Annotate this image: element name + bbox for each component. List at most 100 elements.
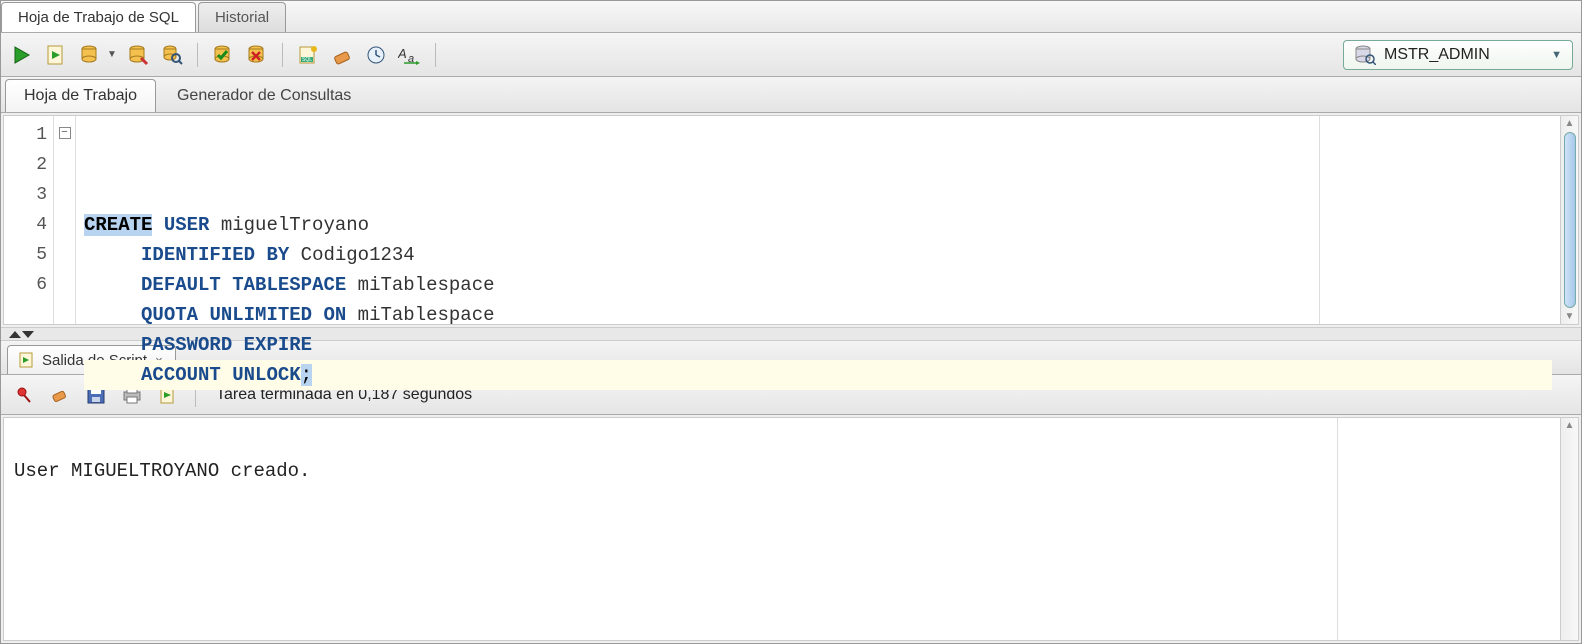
sql-text xyxy=(152,214,163,236)
db-commit-icon xyxy=(212,44,234,66)
code-line[interactable]: DEFAULT TABLESPACE miTablespace xyxy=(84,270,1552,300)
editor-scrollbar[interactable]: ▲ ▼ xyxy=(1560,116,1578,324)
scroll-down-icon[interactable]: ▼ xyxy=(1565,311,1575,322)
db-magnify-icon xyxy=(161,44,183,66)
explain-plan-button[interactable] xyxy=(77,42,103,68)
sql-text: Codigo1234 xyxy=(289,244,414,266)
sql-text xyxy=(255,244,266,266)
output-panel: User MIGUELTROYANO creado. ▲ xyxy=(3,417,1579,641)
eraser-icon xyxy=(331,44,353,66)
code-line[interactable]: PASSWORD EXPIRE xyxy=(84,330,1552,360)
scroll-up-icon[interactable]: ▲ xyxy=(1565,420,1575,431)
line-number: 4 xyxy=(4,210,47,240)
line-number: 3 xyxy=(4,180,47,210)
sql-file-icon: SQL xyxy=(297,44,319,66)
code-line[interactable]: IDENTIFIED BY Codigo1234 xyxy=(84,240,1552,270)
sql-keyword: ON xyxy=(323,304,346,326)
sql-keyword: PASSWORD xyxy=(141,334,232,356)
sql-text: miTablespace xyxy=(346,304,494,326)
db-connection-icon xyxy=(1354,45,1376,65)
sql-text xyxy=(312,304,323,326)
toolbar-separator xyxy=(435,43,436,67)
db-explain-icon xyxy=(79,44,101,66)
eraser-icon xyxy=(50,386,70,404)
subtab-query-builder[interactable]: Generador de Consultas xyxy=(158,79,370,112)
db-trace-icon xyxy=(127,44,149,66)
top-tab-bar: Hoja de Trabajo de SQL Historial xyxy=(1,1,1581,33)
sql-text xyxy=(232,334,243,356)
sql-keyword: IDENTIFIED xyxy=(141,244,255,266)
play-icon xyxy=(12,45,32,65)
worksheet-subtabs: Hoja de Trabajo Generador de Consultas xyxy=(1,77,1581,113)
script-run-icon xyxy=(45,44,67,66)
tab-sql-worksheet[interactable]: Hoja de Trabajo de SQL xyxy=(1,2,196,32)
sql-keyword: UNLOCK xyxy=(232,364,300,386)
connection-name: MSTR_ADMIN xyxy=(1384,46,1543,64)
format-case-icon: Aa xyxy=(398,45,422,65)
sql-keyword: TABLESPACE xyxy=(232,274,346,296)
clear-output-button[interactable] xyxy=(47,382,73,408)
sql-tuning-button[interactable] xyxy=(159,42,185,68)
tab-history[interactable]: Historial xyxy=(198,2,286,32)
svg-text:SQL: SQL xyxy=(302,57,312,63)
code-line[interactable]: QUOTA UNLIMITED ON miTablespace xyxy=(84,300,1552,330)
collapse-down-icon[interactable] xyxy=(22,331,34,338)
sql-text xyxy=(221,364,232,386)
line-number: 2 xyxy=(4,150,47,180)
output-text[interactable]: User MIGUELTROYANO creado. xyxy=(4,418,1560,640)
sql-keyword: QUOTA xyxy=(141,304,198,326)
output-margin-line xyxy=(1337,418,1338,640)
main-toolbar: ▼ SQL Aa MSTR_ADMIN ▼ xyxy=(1,33,1581,77)
code-area[interactable]: CREATE USER miguelTroyano IDENTIFIED BY … xyxy=(76,116,1560,324)
subtab-worksheet[interactable]: Hoja de Trabajo xyxy=(5,79,156,112)
sql-keyword: USER xyxy=(164,214,210,236)
collapse-up-icon[interactable] xyxy=(9,331,21,338)
sql-history-button[interactable] xyxy=(363,42,389,68)
sql-text xyxy=(84,364,141,386)
svg-text:A: A xyxy=(398,46,407,61)
sql-developer-panel: Hoja de Trabajo de SQL Historial ▼ SQL xyxy=(0,0,1582,644)
sql-text xyxy=(84,274,141,296)
sql-text: miTablespace xyxy=(346,274,494,296)
sql-editor[interactable]: 123456 − CREATE USER miguelTroyano IDENT… xyxy=(3,115,1579,325)
sql-text xyxy=(84,304,141,326)
connection-selector[interactable]: MSTR_ADMIN ▼ xyxy=(1343,40,1573,70)
commit-button[interactable] xyxy=(210,42,236,68)
sql-text xyxy=(84,244,141,266)
db-rollback-icon xyxy=(246,44,268,66)
pin-icon xyxy=(15,386,33,404)
script-output-icon xyxy=(18,351,36,369)
sql-text: miguelTroyano xyxy=(209,214,369,236)
sql-text xyxy=(221,274,232,296)
scroll-up-icon[interactable]: ▲ xyxy=(1565,118,1575,129)
toolbar-separator xyxy=(197,43,198,67)
chevron-down-icon: ▼ xyxy=(1551,49,1562,61)
code-line[interactable]: ACCOUNT UNLOCK; xyxy=(84,360,1552,390)
autotrace-button[interactable] xyxy=(125,42,151,68)
run-statement-button[interactable] xyxy=(9,42,35,68)
line-number: 1 xyxy=(4,120,47,150)
sql-text: ; xyxy=(301,364,312,386)
sql-text xyxy=(198,304,209,326)
sql-keyword: BY xyxy=(266,244,289,266)
sql-text xyxy=(84,334,141,356)
toolbar-dropdown-arrow[interactable]: ▼ xyxy=(107,49,117,60)
run-script-button[interactable] xyxy=(43,42,69,68)
sql-keyword: ACCOUNT xyxy=(141,364,221,386)
clear-button[interactable] xyxy=(329,42,355,68)
rollback-button[interactable] xyxy=(244,42,270,68)
line-number: 6 xyxy=(4,270,47,300)
fold-toggle[interactable]: − xyxy=(59,127,71,139)
unshared-worksheet-button[interactable]: SQL xyxy=(295,42,321,68)
toolbar-separator xyxy=(282,43,283,67)
fold-gutter: − xyxy=(54,116,76,324)
clock-icon xyxy=(365,44,387,66)
code-line[interactable]: CREATE USER miguelTroyano xyxy=(84,210,1552,240)
sql-keyword: UNLIMITED xyxy=(209,304,312,326)
to-uppercase-button[interactable]: Aa xyxy=(397,42,423,68)
line-number-gutter: 123456 xyxy=(4,116,54,324)
pin-button[interactable] xyxy=(11,382,37,408)
sql-keyword: EXPIRE xyxy=(244,334,312,356)
output-scrollbar[interactable]: ▲ xyxy=(1560,418,1578,640)
scroll-thumb[interactable] xyxy=(1564,132,1576,308)
